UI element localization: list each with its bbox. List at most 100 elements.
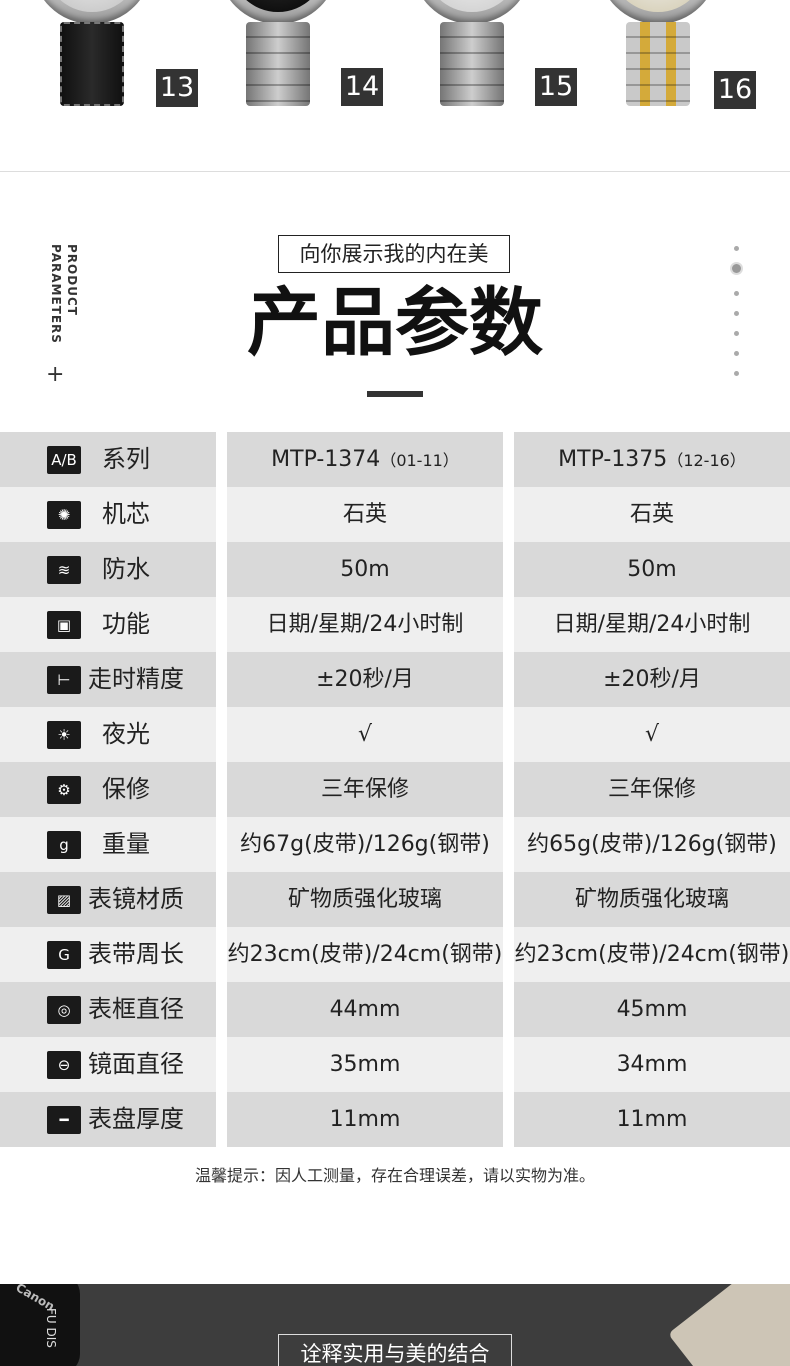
value: 44mm (329, 997, 401, 1022)
value: 11mm (329, 1107, 401, 1132)
icon-glyph: ◎ (57, 1001, 71, 1019)
section-title: 产品参数 (247, 280, 543, 366)
glass-icon: ▨ (47, 886, 81, 914)
param-row: ☀ 夜光 √ √ (0, 707, 790, 762)
param-label: 表带周长 (88, 940, 184, 968)
watch-15[interactable] (412, 0, 532, 112)
thickness-icon: ━ (47, 1106, 81, 1134)
value: MTP-1374 (271, 447, 381, 472)
param-label-cell: ◎ 表框直径 (0, 982, 216, 1037)
value: 三年保修 (320, 777, 409, 802)
param-value-mtp1375: 34mm (514, 1037, 790, 1092)
param-value-mtp1374: 日期/星期/24小时制 (227, 597, 503, 652)
icon-glyph: ▨ (56, 891, 72, 909)
param-row: A/B 系列 MTP-1374（01-11） MTP-1375（12-16） (0, 432, 790, 487)
camera-image: Canon FU DIS (0, 1284, 80, 1366)
bottom-banner: Canon FU DIS 诠释实用与美的结合 (0, 1284, 790, 1366)
param-label-cell: ━ 表盘厚度 (0, 1092, 216, 1147)
param-label-cell: ▨ 表镜材质 (0, 872, 216, 927)
param-row: G 表带周长 约23cm(皮带)/24cm(钢带) 约23cm(皮带)/24cm(钢带… (0, 927, 790, 982)
value: 50m (340, 557, 390, 582)
value: MTP-1375 (558, 447, 668, 472)
value: 三年保修 (607, 777, 696, 802)
param-value-mtp1374: 44mm (227, 982, 503, 1037)
value: 11mm (616, 1107, 688, 1132)
value: 约23cm(皮带)/24cm(钢带) (227, 942, 503, 967)
indicator-dot[interactable] (734, 246, 739, 251)
param-label-cell: g 重量 (0, 817, 216, 872)
param-value-mtp1375: 约65g(皮带)/126g(钢带) (514, 817, 790, 872)
param-row: ▨ 表镜材质 矿物质强化玻璃 矿物质强化玻璃 (0, 872, 790, 927)
warranty-icon: ⚙ (47, 776, 81, 804)
value: 34mm (616, 1052, 688, 1077)
param-label: 防水 (102, 555, 150, 583)
param-label: 系列 (102, 445, 150, 473)
parameters-table: A/B 系列 MTP-1374（01-11） MTP-1375（12-16） ✺ 机芯 石英… (0, 432, 790, 1147)
param-label: 夜光 (102, 720, 150, 748)
banner-subtitle: 诠释实用与美的结合 (278, 1334, 512, 1366)
ab-icon: A/B (47, 446, 81, 474)
steel-strap (440, 22, 504, 106)
param-label-cell: ⊢ 走时精度 (0, 652, 216, 707)
param-label-cell: ⚙ 保修 (0, 762, 216, 817)
param-row: ▣ 功能 日期/星期/24小时制 日期/星期/24小时制 (0, 597, 790, 652)
icon-glyph: ✺ (57, 506, 71, 524)
watch-number-badge: 15 (535, 68, 577, 106)
param-value-mtp1374: ±20秒/月 (227, 652, 503, 707)
two-tone-strap (626, 22, 690, 106)
param-label-cell: A/B 系列 (0, 432, 216, 487)
value-note: （12-16） (667, 451, 746, 470)
param-value-mtp1374: 约23cm(皮带)/24cm(钢带) (227, 927, 503, 982)
value: 50m (627, 557, 677, 582)
param-value-mtp1374: 35mm (227, 1037, 503, 1092)
title-underline (367, 391, 423, 397)
value: ±20秒/月 (316, 667, 414, 692)
param-row: ✺ 机芯 石英 石英 (0, 487, 790, 542)
param-label: 表框直径 (88, 995, 184, 1023)
param-label: 镜面直径 (88, 1050, 184, 1078)
icon-glyph: ☀ (57, 726, 71, 744)
watch-16[interactable] (598, 0, 718, 112)
watch-13[interactable] (32, 0, 152, 112)
param-row: ⚙ 保修 三年保修 三年保修 (0, 762, 790, 817)
param-row: ≋ 防水 50m 50m (0, 542, 790, 597)
param-value-mtp1374: 三年保修 (227, 762, 503, 817)
steel-strap (246, 22, 310, 106)
param-row: ⊖ 镜面直径 35mm 34mm (0, 1037, 790, 1092)
param-label: 机芯 (102, 500, 150, 528)
leather-strap (60, 22, 124, 106)
param-value-mtp1375: MTP-1375（12-16） (514, 432, 790, 487)
param-value-mtp1375: 三年保修 (514, 762, 790, 817)
section-divider (0, 171, 790, 172)
watch-14[interactable] (218, 0, 338, 112)
icon-glyph: ⚙ (57, 781, 71, 799)
param-value-mtp1374: MTP-1374（01-11） (227, 432, 503, 487)
icon-glyph: ▣ (56, 616, 72, 634)
watch-number-badge: 14 (341, 68, 383, 106)
param-row: ━ 表盘厚度 11mm 11mm (0, 1092, 790, 1147)
luminous-icon: ☀ (47, 721, 81, 749)
value: 35mm (329, 1052, 401, 1077)
value: 日期/星期/24小时制 (553, 612, 751, 637)
glass-diameter-icon: ⊖ (47, 1051, 81, 1079)
param-label: 表镜材质 (88, 885, 184, 913)
indicator-dot[interactable] (734, 371, 739, 376)
icon-glyph: A/B (51, 451, 77, 469)
param-label-cell: ▣ 功能 (0, 597, 216, 652)
param-value-mtp1375: 50m (514, 542, 790, 597)
precision-icon: ⊢ (47, 666, 81, 694)
value: 45mm (616, 997, 688, 1022)
param-value-mtp1375: ±20秒/月 (514, 652, 790, 707)
param-label: 功能 (102, 610, 150, 638)
param-value-mtp1374: 11mm (227, 1092, 503, 1147)
indicator-dot-active[interactable] (732, 264, 741, 273)
param-value-mtp1375: 45mm (514, 982, 790, 1037)
param-row: ◎ 表框直径 44mm 45mm (0, 982, 790, 1037)
section-subtitle: 向你展示我的内在美 (278, 235, 510, 273)
param-value-mtp1374: 矿物质强化玻璃 (227, 872, 503, 927)
param-value-mtp1374: 约67g(皮带)/126g(钢带) (227, 817, 503, 872)
param-value-mtp1375: 日期/星期/24小时制 (514, 597, 790, 652)
param-value-mtp1374: 石英 (227, 487, 503, 542)
water-icon: ≋ (47, 556, 81, 584)
value: √ (644, 722, 660, 747)
